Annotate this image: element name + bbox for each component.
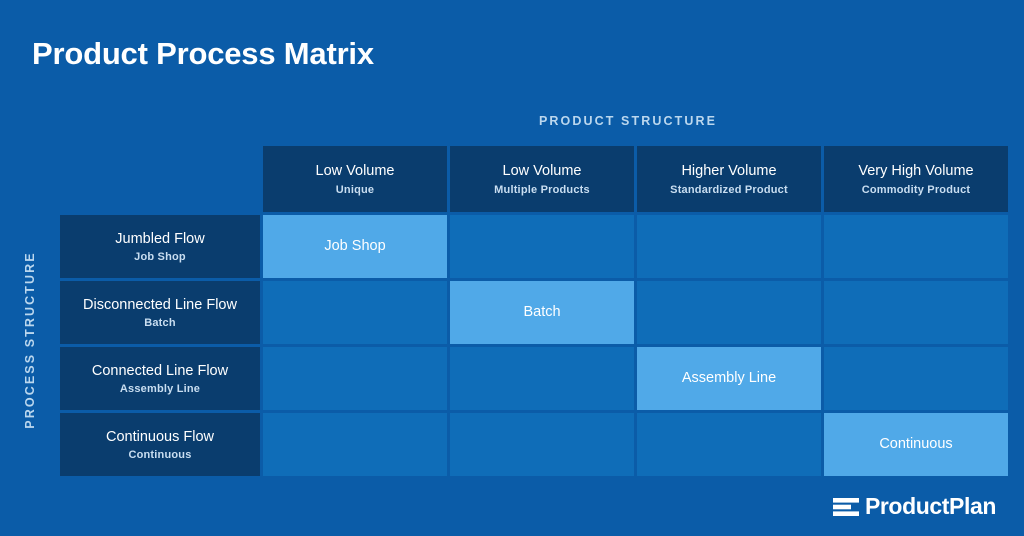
- matrix-cell[interactable]: [450, 413, 634, 476]
- row-header-subtitle: Continuous: [128, 449, 192, 462]
- matrix-cell[interactable]: [263, 281, 447, 344]
- row-header-title: Jumbled Flow: [115, 230, 205, 247]
- column-header-title: Low Volume: [502, 163, 582, 180]
- product-structure-axis-label: PRODUCT STRUCTURE: [538, 114, 718, 128]
- row-header-title: Connected Line Flow: [91, 362, 229, 379]
- matrix-cell-label: Batch: [523, 303, 561, 320]
- column-header-title: Low Volume: [315, 163, 395, 180]
- column-header-title: Higher Volume: [681, 163, 777, 180]
- matrix-cell[interactable]: [824, 347, 1008, 410]
- productplan-logo: ProductPlan: [832, 493, 996, 519]
- process-structure-axis-label: PROCESS STRUCTURE: [20, 213, 40, 467]
- column-header-1: Low Volume Unique: [263, 146, 447, 212]
- row-header-subtitle: Assembly Line: [119, 383, 201, 396]
- column-header-subtitle: Standardized Product: [670, 183, 788, 196]
- matrix-cell-active[interactable]: Continuous: [824, 413, 1008, 476]
- matrix-cell-label: Assembly Line: [681, 369, 777, 386]
- row-header-title: Continuous Flow: [106, 428, 214, 445]
- column-header-subtitle: Multiple Products: [494, 183, 590, 196]
- matrix-cell[interactable]: [637, 215, 821, 278]
- matrix-cell-active[interactable]: Job Shop: [263, 215, 447, 278]
- page-title: Product Process Matrix: [32, 36, 374, 71]
- matrix-cell-label: Continuous: [879, 435, 953, 452]
- matrix-cell[interactable]: [824, 281, 1008, 344]
- matrix-cell[interactable]: [263, 413, 447, 476]
- row-header-3: Connected Line Flow Assembly Line: [60, 347, 260, 410]
- matrix-corner: [60, 146, 260, 212]
- matrix-cell-label: Job Shop: [324, 237, 386, 254]
- row-header-2: Disconnected Line Flow Batch: [60, 281, 260, 344]
- matrix-cell[interactable]: [450, 215, 634, 278]
- row-header-4: Continuous Flow Continuous: [60, 413, 260, 476]
- column-header-3: Higher Volume Standardized Product: [637, 146, 821, 212]
- row-header-subtitle: Job Shop: [134, 251, 186, 264]
- matrix-cell[interactable]: [637, 413, 821, 476]
- column-header-4: Very High Volume Commodity Product: [824, 146, 1008, 212]
- column-header-subtitle: Unique: [335, 183, 375, 196]
- column-header-subtitle: Commodity Product: [861, 183, 971, 196]
- row-header-subtitle: Batch: [144, 317, 176, 330]
- matrix-cell[interactable]: [824, 215, 1008, 278]
- matrix-cell-active[interactable]: Assembly Line: [637, 347, 821, 410]
- row-header-1: Jumbled Flow Job Shop: [60, 215, 260, 278]
- productplan-bars-icon: [832, 497, 859, 516]
- productplan-wordmark: ProductPlan: [864, 493, 996, 519]
- process-structure-axis-text: PROCESS STRUCTURE: [23, 251, 37, 429]
- column-header-title: Very High Volume: [858, 163, 974, 180]
- column-header-2: Low Volume Multiple Products: [450, 146, 634, 212]
- row-header-title: Disconnected Line Flow: [83, 296, 237, 313]
- matrix-cell[interactable]: [263, 347, 447, 410]
- product-process-matrix: Low Volume Unique Low Volume Multiple Produ…: [60, 146, 1008, 476]
- matrix-cell-active[interactable]: Batch: [450, 281, 634, 344]
- matrix-cell[interactable]: [637, 281, 821, 344]
- matrix-cell[interactable]: [450, 347, 634, 410]
